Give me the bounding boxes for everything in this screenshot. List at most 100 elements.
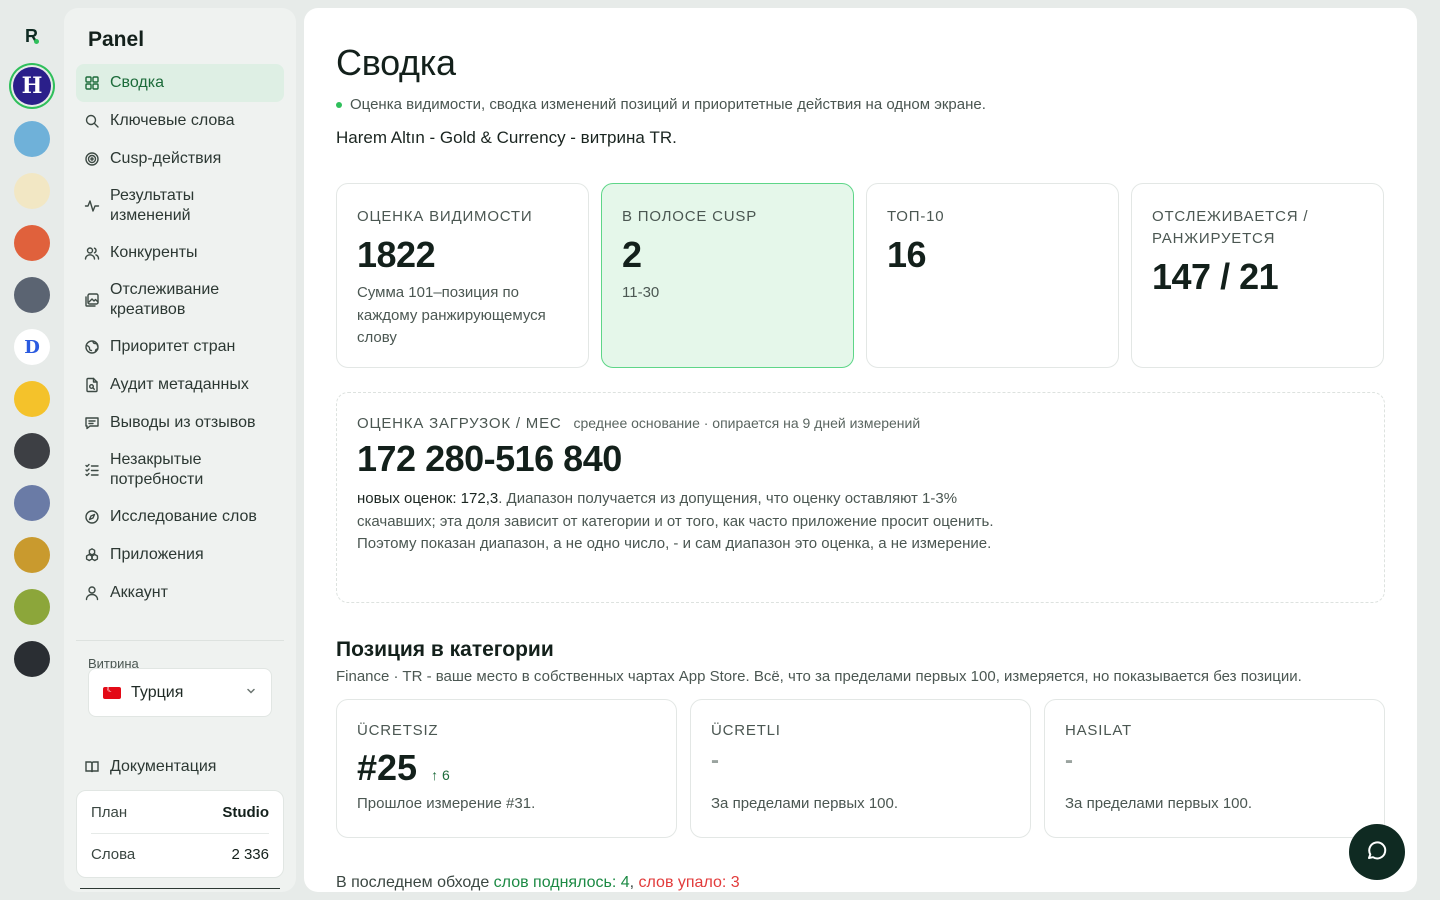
page-title: Сводка [336,42,456,83]
activity-icon [84,198,100,214]
sidebar-item-label: Аудит метаданных [110,376,249,393]
chat-button[interactable] [1349,824,1405,880]
app-avatar-5[interactable] [14,277,50,313]
compass-icon [84,509,100,525]
rank-card-grossing: HASILAT - За пределами первых 100. [1044,699,1385,838]
rank-card-free: ÜCRETSIZ #25 ↑ 6 Прошлое измерение #31. [336,699,677,838]
stat-value: 2 [622,234,642,275]
boxes-icon [84,547,100,563]
sidebar-item-label: Отслеживание креативов [110,281,220,318]
sidebar-nav: Сводка Ключевые слова Cusp-действия Результ… [76,64,284,612]
stat-card-cusp[interactable]: В ПОЛОСЕ CUSP 2 11-30 [601,183,854,368]
words-value: 2 336 [231,846,269,863]
stat-value: 147 / 21 [1152,256,1279,297]
app-avatar-7[interactable] [14,381,50,417]
main-panel: Сводка Оценка видимости, сводка изменени… [304,8,1417,892]
stat-label: ОЦЕНКА ВИДИМОСТИ [357,208,533,225]
sidebar-item-label: Конкуренты [110,244,198,261]
sidebar-item-label: Приложения [110,546,204,563]
sidebar-item-label: Результаты изменений [110,187,195,224]
category-section-subtitle: Finance · TR - ваше место в собственных … [336,668,1302,685]
stat-value: 16 [887,234,927,275]
brand-logo[interactable]: R [20,24,44,48]
ratings-count: новых оценок: 172,3 [357,490,499,507]
stat-value: 1822 [357,234,436,275]
page-subtitle: Оценка видимости, сводка изменений позиц… [336,96,986,113]
rank-value: - [1065,747,1073,774]
downloads-value: 172 280-516 840 [357,438,622,479]
rank-label: ÜCRETLI [711,722,781,739]
sidebar-item-4[interactable]: Результаты изменений [76,178,284,234]
sidebar-item-5[interactable]: Конкуренты [76,234,284,272]
app-avatar-12[interactable] [14,641,50,677]
app-avatar-4[interactable] [14,225,50,261]
turkey-flag-icon [103,684,121,699]
page-subtitle-text: Оценка видимости, сводка изменений позиц… [350,96,986,113]
sidebar-item-label: Приоритет стран [110,338,236,355]
sidebar-item-12[interactable]: Приложения [76,536,284,574]
sidebar-item-10[interactable]: Незакрытые потребности [76,442,284,498]
app-avatar-10[interactable] [14,537,50,573]
message-icon [84,415,100,431]
chevron-down-icon [245,685,257,700]
rank-delta: ↑ 6 [431,767,450,783]
app-avatar-2[interactable] [14,121,50,157]
app-avatar-9[interactable] [14,485,50,521]
sidebar-item-3[interactable]: Cusp-действия [76,140,284,178]
sidebar-item-6[interactable]: Отслеживание креативов [76,272,284,328]
sidebar-item-11[interactable]: Исследование слов [76,498,284,536]
sidebar: Panel Сводка Ключевые слова Cusp-действия Р… [64,8,296,892]
app-avatar-3[interactable] [14,173,50,209]
sidebar-item-label: Сводка [110,74,165,91]
app-avatar-letter: H [21,73,43,99]
stat-note: 11-30 [622,284,660,301]
sidebar-item-label: Аккаунт [110,584,168,601]
app-switcher: HD [13,67,51,677]
sidebar-item-label: Документация [110,758,217,775]
app-avatar-letter: D [24,336,40,358]
rank-note: Прошлое измерение #31. [357,795,536,812]
stat-card-top10: ТОП-10 16 [866,183,1119,368]
rank-card-paid: ÜCRETLI - За пределами первых 100. [690,699,1031,838]
crawl-sep: , [629,874,635,891]
storefront-select[interactable]: Турция [88,668,272,717]
target-icon [84,151,100,167]
sidebar-item-2[interactable]: Ключевые слова [76,102,284,140]
sidebar-item-label: Выводы из отзывов [110,414,256,431]
storefront-value: Турция [131,683,184,701]
sidebar-divider [76,640,284,641]
sidebar-item-docs[interactable]: Документация [76,748,284,786]
file-search-icon [84,377,100,393]
crawl-down-link[interactable]: слов упало: 3 [639,874,740,891]
downloads-estimate-card: ОЦЕНКА ЗАГРУЗОК / МЕС среднее основание … [336,392,1385,603]
app-avatar-1[interactable]: H [13,67,51,105]
users-icon [84,245,100,261]
plan-label: План [91,803,128,821]
app-avatar-6[interactable]: D [14,329,50,365]
sidebar-item-label: Незакрытые потребности [110,451,204,488]
rank-note: За пределами первых 100. [1065,795,1253,812]
chat-bubble-icon [1365,838,1389,867]
dashboard-grid-icon [84,75,100,91]
sidebar-item-13[interactable]: Аккаунт [76,574,284,612]
sidebar-bottom-edge [80,888,280,892]
last-crawl-summary: В последнем обходе слов поднялось: 4, сл… [336,874,740,892]
stat-label: ОТСЛЕЖИВАЕТСЯ / РАНЖИРУЕТСЯ [1152,208,1309,247]
app-avatar-8[interactable] [14,433,50,469]
plan-summary: План Studio Слова 2 336 [76,790,284,878]
sidebar-item-9[interactable]: Выводы из отзывов [76,404,284,442]
app-rail: R HD [0,0,64,900]
sidebar-item-label: Cusp-действия [110,150,222,167]
crawl-up-link[interactable]: слов поднялось: 4 [494,874,630,891]
list-check-icon [84,462,100,478]
sidebar-item-1[interactable]: Сводка [76,64,284,102]
app-avatar-11[interactable] [14,589,50,625]
sidebar-item-7[interactable]: Приоритет стран [76,328,284,366]
sidebar-item-8[interactable]: Аудит метаданных [76,366,284,404]
sidebar-title: Panel [88,28,145,51]
crawl-prefix: В последнем обходе [336,874,490,891]
stat-label: В ПОЛОСЕ CUSP [622,208,758,225]
rank-note: За пределами первых 100. [711,795,899,812]
stat-card-visibility: ОЦЕНКА ВИДИМОСТИ 1822 Сумма 101–позиция … [336,183,589,368]
stat-label: ТОП-10 [887,208,945,225]
